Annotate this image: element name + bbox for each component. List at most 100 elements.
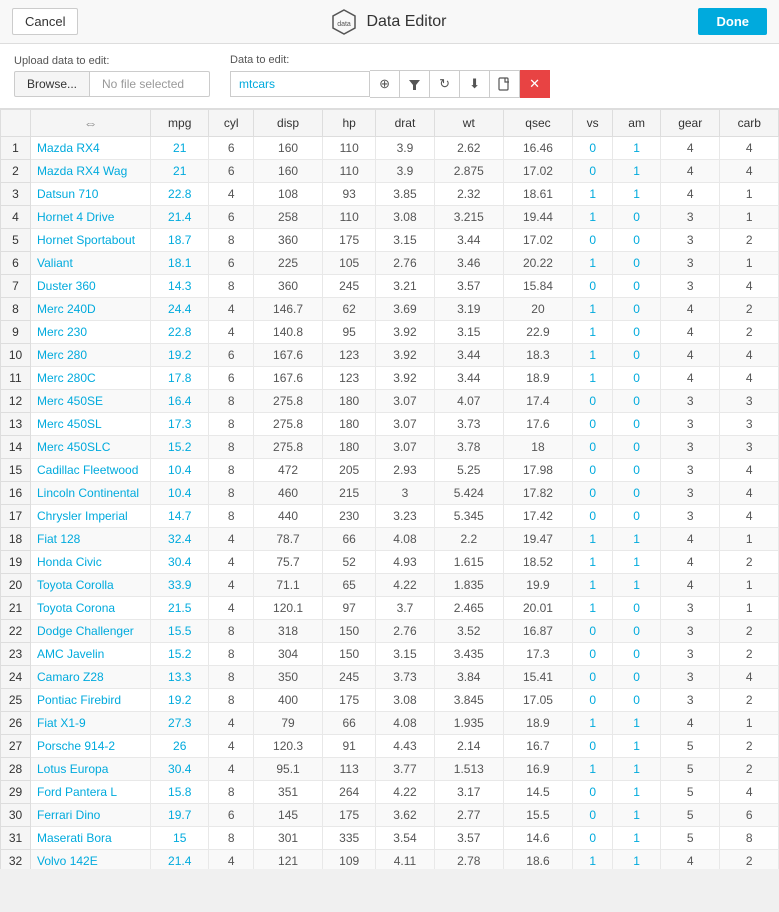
table-container[interactable]: ⇔ mpg cyl disp hp drat wt qsec vs am gea… (0, 109, 779, 869)
cell-rowname[interactable]: Pontiac Firebird (31, 689, 151, 712)
cell-data: 4 (209, 321, 253, 344)
cell-data: 1 (720, 183, 779, 206)
cell-rowname[interactable]: Dodge Challenger (31, 620, 151, 643)
cell-data: 0 (613, 620, 661, 643)
target-icon-button[interactable]: ⊕ (370, 70, 400, 98)
cell-data: 22.8 (151, 183, 209, 206)
col-header-carb[interactable]: carb (720, 110, 779, 137)
cell-data: 0 (573, 137, 613, 160)
cell-data: 3 (660, 482, 720, 505)
cell-data: 20.01 (503, 597, 572, 620)
cell-rowname[interactable]: Ford Pantera L (31, 781, 151, 804)
cell-rowname[interactable]: Merc 240D (31, 298, 151, 321)
cell-data: 5 (660, 758, 720, 781)
cell-rowname[interactable]: Valiant (31, 252, 151, 275)
cell-rowname[interactable]: Toyota Corona (31, 597, 151, 620)
cell-data: 3.92 (376, 367, 434, 390)
table-row: 17Chrysler Imperial14.784402303.235.3451… (1, 505, 779, 528)
done-button[interactable]: Done (698, 8, 767, 35)
table-row: 14Merc 450SLC15.28275.81803.073.78180033 (1, 436, 779, 459)
cell-data: 8 (720, 827, 779, 850)
cell-data: 15.5 (151, 620, 209, 643)
cell-data: 66 (323, 712, 376, 735)
cell-rowname[interactable]: Hornet Sportabout (31, 229, 151, 252)
cell-data: 4 (660, 344, 720, 367)
cell-data: 0 (613, 252, 661, 275)
filter-icon-button[interactable] (400, 70, 430, 98)
download-icon-button[interactable]: ⬇ (460, 70, 490, 98)
cell-data: 1 (573, 298, 613, 321)
cell-rowname[interactable]: Chrysler Imperial (31, 505, 151, 528)
cell-data: 3.57 (434, 275, 503, 298)
cell-rowname[interactable]: Duster 360 (31, 275, 151, 298)
cell-data: 4.08 (376, 528, 434, 551)
cell-data: 21.5 (151, 597, 209, 620)
col-header-mpg[interactable]: mpg (151, 110, 209, 137)
table-row: 27Porsche 914-2264120.3914.432.1416.7015… (1, 735, 779, 758)
table-row: 31Maserati Bora1583013353.543.5714.60158 (1, 827, 779, 850)
cell-rowname[interactable]: Honda Civic (31, 551, 151, 574)
cell-data: 245 (323, 275, 376, 298)
cell-data: 264 (323, 781, 376, 804)
col-header-qsec[interactable]: qsec (503, 110, 572, 137)
cell-rowname[interactable]: Mazda RX4 Wag (31, 160, 151, 183)
cell-rowname[interactable]: Toyota Corolla (31, 574, 151, 597)
cell-data: 3.435 (434, 643, 503, 666)
cell-rowname[interactable]: Ferrari Dino (31, 804, 151, 827)
cell-rowname[interactable]: Merc 450SLC (31, 436, 151, 459)
col-header-rowname[interactable]: ⇔ (31, 110, 151, 137)
cell-data: 3 (720, 413, 779, 436)
cell-rowname[interactable]: Lincoln Continental (31, 482, 151, 505)
cell-data: 1 (720, 597, 779, 620)
cell-rowname[interactable]: Volvo 142E (31, 850, 151, 870)
cell-rowname[interactable]: Fiat X1-9 (31, 712, 151, 735)
cell-data: 1 (573, 344, 613, 367)
cell-rowname[interactable]: Merc 280C (31, 367, 151, 390)
refresh-icon-button[interactable]: ↻ (430, 70, 460, 98)
col-header-disp[interactable]: disp (253, 110, 322, 137)
cell-data: 360 (253, 275, 322, 298)
cell-data: 0 (613, 229, 661, 252)
col-header-am[interactable]: am (613, 110, 661, 137)
cell-rowname[interactable]: Camaro Z28 (31, 666, 151, 689)
col-header-cyl[interactable]: cyl (209, 110, 253, 137)
cell-rowname[interactable]: Datsun 710 (31, 183, 151, 206)
cell-data: 4 (209, 528, 253, 551)
close-icon-button[interactable]: ✕ (520, 70, 550, 98)
table-row: 2Mazda RX4 Wag2161601103.92.87517.020144 (1, 160, 779, 183)
cell-rowname[interactable]: Lotus Europa (31, 758, 151, 781)
cancel-button[interactable]: Cancel (12, 8, 78, 35)
cell-data: 1 (720, 252, 779, 275)
cell-rownum: 16 (1, 482, 31, 505)
col-header-wt[interactable]: wt (434, 110, 503, 137)
col-header-vs[interactable]: vs (573, 110, 613, 137)
cell-rowname[interactable]: Cadillac Fleetwood (31, 459, 151, 482)
resize-handle[interactable]: ⇔ (84, 115, 98, 131)
cell-data: 14.6 (503, 827, 572, 850)
cell-rownum: 30 (1, 804, 31, 827)
cell-rowname[interactable]: Merc 230 (31, 321, 151, 344)
col-header-hp[interactable]: hp (323, 110, 376, 137)
cell-data: 0 (613, 597, 661, 620)
cell-rowname[interactable]: Merc 450SL (31, 413, 151, 436)
cell-data: 4 (660, 137, 720, 160)
cell-data: 0 (613, 689, 661, 712)
data-edit-input[interactable] (230, 71, 370, 97)
cell-rowname[interactable]: Mazda RX4 (31, 137, 151, 160)
file-icon-button[interactable] (490, 70, 520, 98)
cell-data: 3.15 (376, 643, 434, 666)
col-header-gear[interactable]: gear (660, 110, 720, 137)
cell-rowname[interactable]: Fiat 128 (31, 528, 151, 551)
cell-rowname[interactable]: Maserati Bora (31, 827, 151, 850)
cell-rowname[interactable]: Merc 450SE (31, 390, 151, 413)
cell-data: 3.92 (376, 344, 434, 367)
col-header-drat[interactable]: drat (376, 110, 434, 137)
cell-rowname[interactable]: AMC Javelin (31, 643, 151, 666)
cell-data: 3.84 (434, 666, 503, 689)
cell-rowname[interactable]: Porsche 914-2 (31, 735, 151, 758)
browse-button[interactable]: Browse... (14, 71, 90, 97)
cell-data: 3.52 (434, 620, 503, 643)
cell-rowname[interactable]: Merc 280 (31, 344, 151, 367)
cell-rowname[interactable]: Hornet 4 Drive (31, 206, 151, 229)
cell-data: 4 (209, 597, 253, 620)
